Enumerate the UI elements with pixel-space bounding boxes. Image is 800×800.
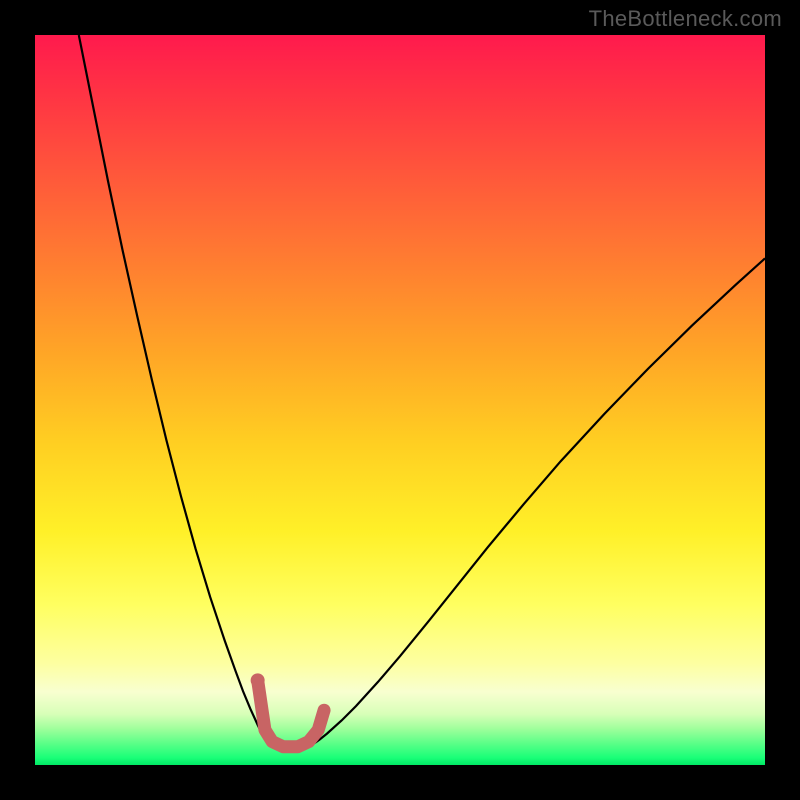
- optimal-region-dot: [251, 673, 265, 687]
- chart-frame: TheBottleneck.com: [0, 0, 800, 800]
- chart-svg: [35, 35, 765, 765]
- plot-area: [35, 35, 765, 765]
- optimal-region-marker: [258, 680, 324, 746]
- bottleneck-curve: [79, 35, 765, 749]
- watermark-text: TheBottleneck.com: [589, 6, 782, 32]
